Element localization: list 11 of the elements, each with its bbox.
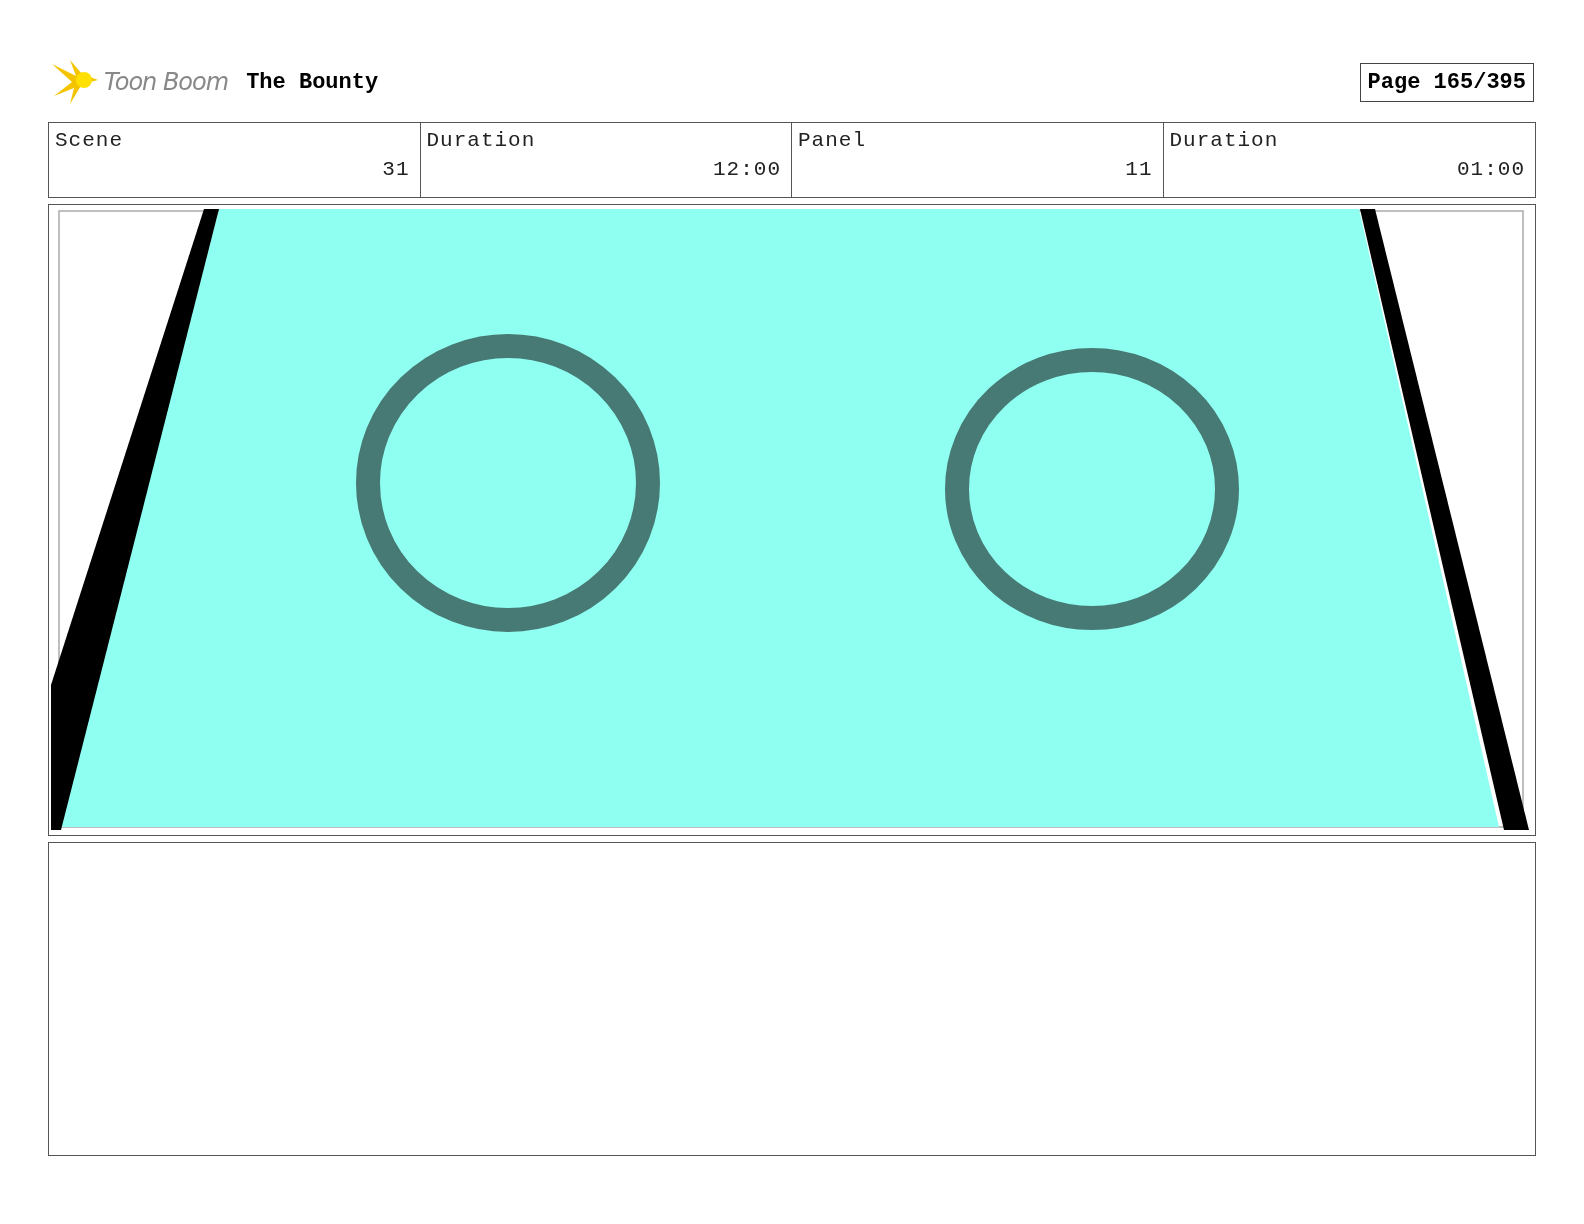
table-cell: 31	[382, 158, 410, 181]
table-cell: 12:00	[713, 158, 781, 181]
table-cell: 01:00	[1457, 158, 1525, 181]
logo-text: Toon Boom	[104, 68, 229, 96]
page-number: Page 165/395	[1359, 62, 1534, 102]
document-title: The Bounty	[246, 69, 379, 95]
column-header: Panel	[798, 129, 866, 152]
column-header: Scene	[55, 129, 123, 152]
column-header: Duration	[1169, 129, 1279, 152]
column-header: Duration	[426, 129, 536, 152]
table-cell: 11	[1125, 158, 1153, 181]
